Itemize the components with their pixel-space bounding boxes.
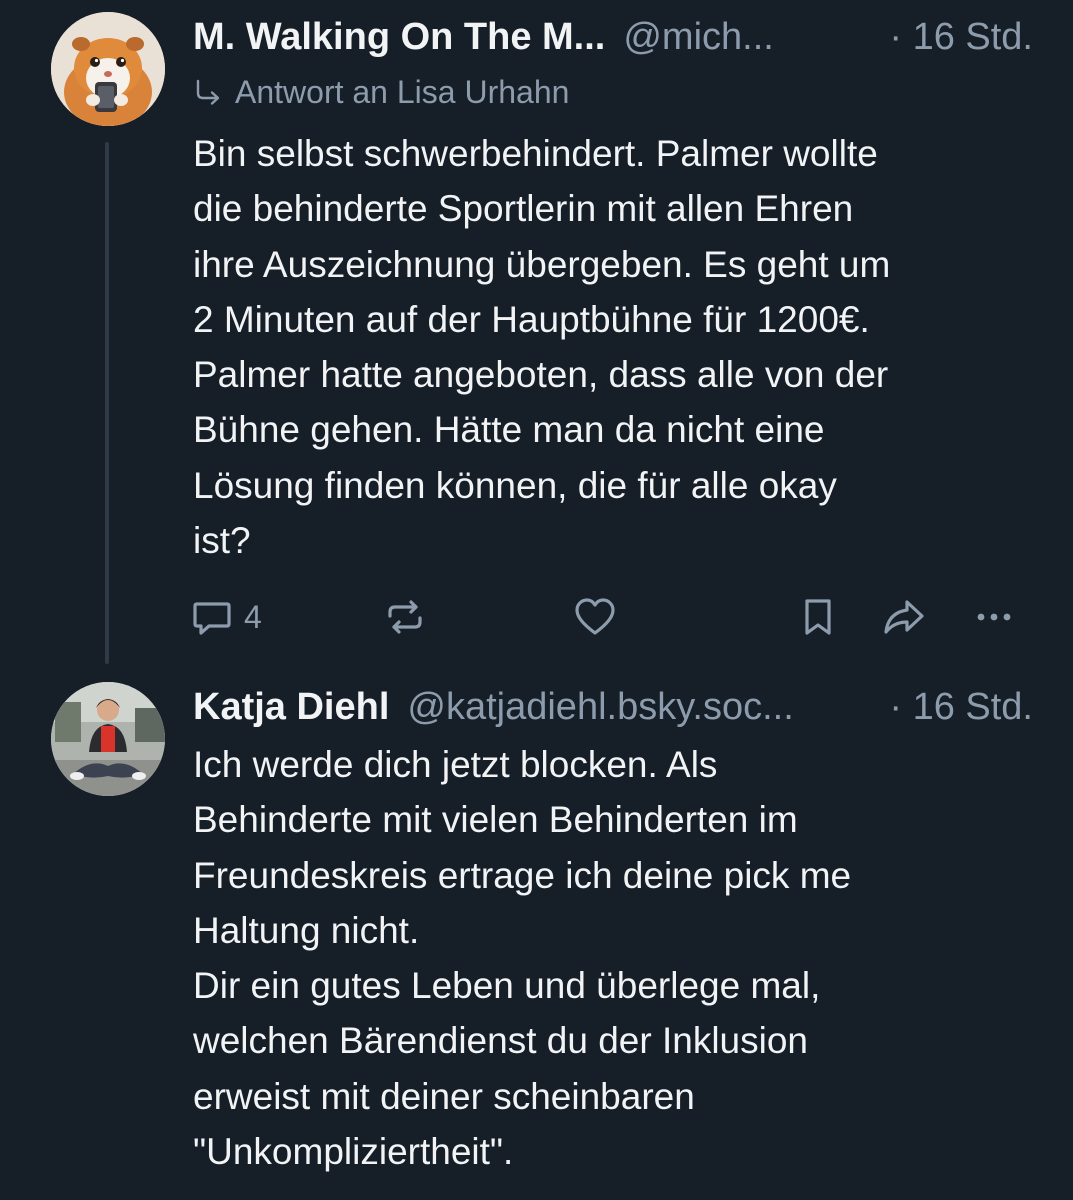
like-button[interactable] — [572, 592, 618, 642]
post-header: M. Walking On The M... @mich... · 16 Std… — [193, 12, 1033, 62]
thread-line — [105, 142, 109, 664]
reply-arrow-icon — [196, 79, 220, 105]
handle[interactable]: @katjadiehl.bsky.soc... — [407, 682, 793, 732]
bookmark-button[interactable] — [796, 592, 840, 642]
handle[interactable]: @mich... — [623, 12, 773, 62]
guinea-pig-avatar-icon — [51, 12, 165, 126]
share-icon — [884, 600, 924, 634]
bookmark-icon — [805, 599, 831, 635]
post-header: Katja Diehl @katjadiehl.bsky.soc... · 16… — [193, 682, 1033, 732]
reply-to-label[interactable]: Antwort an Lisa Urhahn — [193, 70, 569, 114]
reply-count: 4 — [244, 598, 262, 635]
post-text: Ich werde dich jetzt blocken. Als Behind… — [193, 744, 852, 1173]
more-icon — [977, 613, 1011, 621]
display-name[interactable]: M. Walking On The M... — [193, 12, 605, 62]
avatar[interactable] — [51, 12, 165, 126]
reply-icon — [193, 602, 231, 635]
post-text: Bin selbst schwerbehindert. Palmer wollt… — [193, 133, 891, 562]
repost-icon — [388, 600, 422, 634]
display-name[interactable]: Katja Diehl — [193, 682, 389, 732]
like-icon — [575, 598, 615, 635]
timestamp[interactable]: · 16 Std. — [889, 682, 1033, 732]
repost-button[interactable] — [383, 592, 427, 642]
share-button[interactable] — [880, 592, 928, 642]
person-photo-avatar-icon — [51, 682, 165, 796]
avatar[interactable] — [51, 682, 165, 796]
reply-button[interactable]: 4 — [190, 592, 262, 642]
timestamp[interactable]: · 16 Std. — [889, 12, 1033, 62]
reply-to-text: Antwort an Lisa Urhahn — [235, 73, 570, 110]
post-actions: 4 — [190, 592, 1030, 642]
post-reply[interactable]: M. Walking On The M... @mich... · 16 Std… — [0, 0, 1073, 670]
more-button[interactable] — [970, 592, 1018, 642]
